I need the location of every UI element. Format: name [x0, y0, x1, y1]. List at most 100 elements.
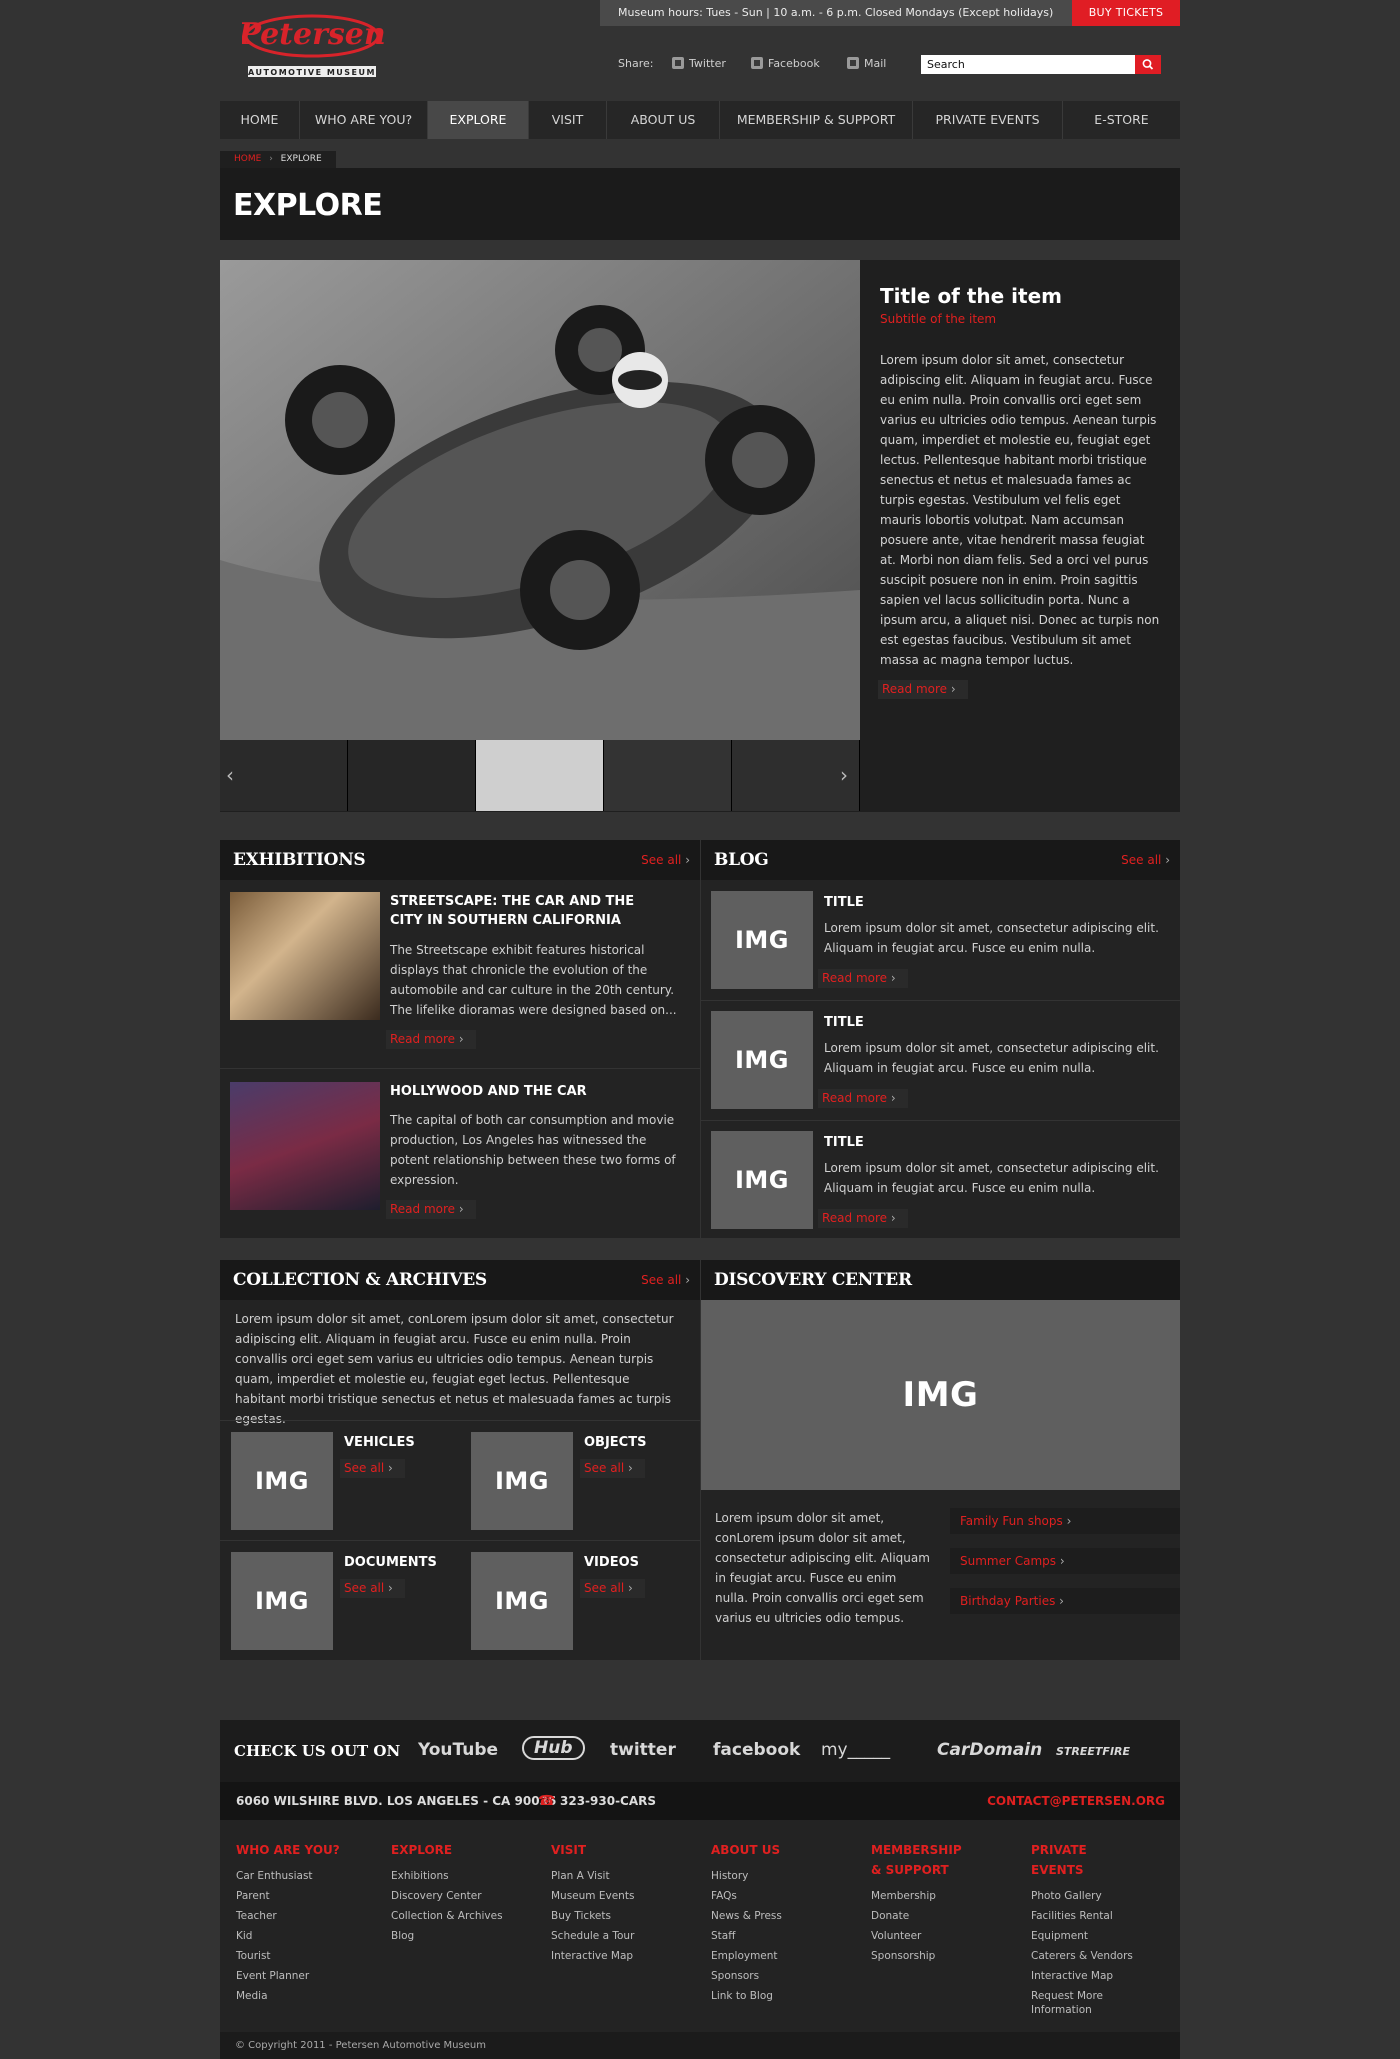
collection-item-title[interactable]: VIDEOS: [584, 1553, 639, 1572]
footer-link[interactable]: Exhibitions: [391, 1866, 503, 1886]
footer-link[interactable]: News & Press: [711, 1906, 782, 1926]
facebook-logo[interactable]: facebook: [713, 1740, 800, 1760]
footer-heading[interactable]: PRIVATE EVENTS: [1031, 1840, 1141, 1880]
footer-link[interactable]: Kid: [236, 1926, 340, 1946]
nav-membership-support[interactable]: MEMBERSHIP & SUPPORT: [720, 101, 913, 139]
exhibition-title[interactable]: HOLLYWOOD AND THE CAR: [390, 1082, 660, 1101]
footer-link[interactable]: Sponsors: [711, 1966, 782, 1986]
footer-link[interactable]: Car Enthusiast: [236, 1866, 340, 1886]
footer-link[interactable]: Equipment: [1031, 1926, 1141, 1946]
footer-link[interactable]: Parent: [236, 1886, 340, 1906]
footer-link[interactable]: Buy Tickets: [551, 1906, 634, 1926]
blog-read-more[interactable]: Read more: [818, 1089, 908, 1108]
footer-link[interactable]: Volunteer: [871, 1926, 961, 1946]
collection-item-see-all[interactable]: See all: [340, 1459, 405, 1478]
thumbs-prev-arrow-icon[interactable]: ‹: [226, 763, 234, 787]
footer-link[interactable]: Employment: [711, 1946, 782, 1966]
footer-link[interactable]: Facilities Rental: [1031, 1906, 1141, 1926]
footer-heading[interactable]: ABOUT US: [711, 1840, 782, 1860]
exhibition-title[interactable]: STREETSCAPE: THE CAR AND THE CITY IN SOU…: [390, 892, 660, 930]
thumbs-next-arrow-icon[interactable]: ›: [840, 763, 848, 787]
cardomain-logo[interactable]: CarDomain: [937, 1740, 1042, 1760]
share-facebook[interactable]: Facebook: [751, 57, 820, 70]
collection-image[interactable]: IMG: [231, 1552, 333, 1650]
footer-link[interactable]: Plan A Visit: [551, 1866, 634, 1886]
nav-visit[interactable]: VISIT: [529, 101, 607, 139]
contact-email[interactable]: CONTACT@PETERSEN.ORG: [987, 1794, 1165, 1808]
nav-about-us[interactable]: ABOUT US: [607, 101, 720, 139]
footer-link[interactable]: Membership: [871, 1886, 961, 1906]
blog-title[interactable]: TITLE: [824, 1133, 864, 1152]
thumbnail[interactable]: [604, 740, 732, 811]
nav-who-are-you[interactable]: WHO ARE YOU?: [300, 101, 428, 139]
footer-link[interactable]: Collection & Archives: [391, 1906, 503, 1926]
exhibitions-see-all[interactable]: See all: [641, 853, 690, 867]
search-button[interactable]: [1135, 55, 1161, 74]
thumbnail[interactable]: [476, 740, 604, 811]
footer-link[interactable]: Link to Blog: [711, 1986, 782, 2006]
search-input[interactable]: [921, 55, 1135, 74]
thumbnail[interactable]: [348, 740, 476, 811]
nav-home[interactable]: HOME: [220, 101, 300, 139]
discovery-image[interactable]: IMG: [701, 1300, 1180, 1490]
blog-image[interactable]: IMG: [711, 891, 813, 989]
exhibition-read-more[interactable]: Read more: [386, 1030, 476, 1049]
blog-title[interactable]: TITLE: [824, 893, 864, 912]
collection-item-title[interactable]: OBJECTS: [584, 1433, 646, 1452]
breadcrumb-home[interactable]: HOME: [234, 154, 261, 164]
discovery-link[interactable]: Birthday Parties: [950, 1588, 1180, 1614]
petersen-logo[interactable]: Petersen AUTOMOTIVE MUSEUM: [237, 8, 386, 82]
buy-tickets-button[interactable]: BUY TICKETS: [1072, 0, 1180, 26]
blog-title[interactable]: TITLE: [824, 1013, 864, 1032]
footer-link[interactable]: Media: [236, 1986, 340, 2006]
collection-item-see-all[interactable]: See all: [340, 1579, 405, 1598]
footer-heading[interactable]: WHO ARE YOU?: [236, 1840, 340, 1860]
footer-link[interactable]: Caterers & Vendors: [1031, 1946, 1141, 1966]
streetscape-image[interactable]: [230, 892, 380, 1020]
hollywood-image[interactable]: [230, 1082, 380, 1210]
blog-see-all[interactable]: See all: [1121, 853, 1170, 867]
footer-link[interactable]: History: [711, 1866, 782, 1886]
footer-heading[interactable]: MEMBERSHIP & SUPPORT: [871, 1840, 962, 1880]
my-logo[interactable]: my_____: [821, 1740, 890, 1760]
feature-read-more[interactable]: Read more: [878, 680, 968, 699]
footer-link[interactable]: Request More Information: [1031, 1989, 1141, 2017]
exhibition-read-more[interactable]: Read more: [386, 1200, 476, 1219]
footer-link[interactable]: Sponsorship: [871, 1946, 961, 1966]
share-mail[interactable]: Mail: [847, 57, 886, 70]
nav-explore[interactable]: EXPLORE: [428, 101, 529, 139]
discovery-link[interactable]: Summer Camps: [950, 1548, 1180, 1574]
footer-link[interactable]: Photo Gallery: [1031, 1886, 1141, 1906]
collection-item-see-all[interactable]: See all: [580, 1579, 645, 1598]
footer-link[interactable]: Blog: [391, 1926, 503, 1946]
nav-private-events[interactable]: PRIVATE EVENTS: [913, 101, 1063, 139]
collection-see-all[interactable]: See all: [641, 1273, 690, 1287]
footer-link[interactable]: Teacher: [236, 1906, 340, 1926]
collection-image[interactable]: IMG: [471, 1552, 573, 1650]
collection-image[interactable]: IMG: [471, 1432, 573, 1530]
footer-link[interactable]: FAQs: [711, 1886, 782, 1906]
footer-link[interactable]: Interactive Map: [1031, 1966, 1141, 1986]
collection-item-see-all[interactable]: See all: [580, 1459, 645, 1478]
blog-image[interactable]: IMG: [711, 1011, 813, 1109]
footer-link[interactable]: Donate: [871, 1906, 961, 1926]
nav-e-store[interactable]: E-STORE: [1063, 101, 1180, 139]
blog-read-more[interactable]: Read more: [818, 1209, 908, 1228]
footer-heading[interactable]: VISIT: [551, 1840, 634, 1860]
thumbnail[interactable]: [220, 740, 348, 811]
footer-link[interactable]: Interactive Map: [551, 1946, 634, 1966]
blog-image[interactable]: IMG: [711, 1131, 813, 1229]
footer-link[interactable]: Museum Events: [551, 1886, 634, 1906]
footer-heading[interactable]: EXPLORE: [391, 1840, 503, 1860]
hub-logo[interactable]: Hub: [522, 1736, 585, 1760]
phone-number[interactable]: 323-930-CARS: [560, 1794, 656, 1808]
collection-item-title[interactable]: DOCUMENTS: [344, 1553, 437, 1572]
footer-link[interactable]: Discovery Center: [391, 1886, 503, 1906]
blog-read-more[interactable]: Read more: [818, 969, 908, 988]
collection-item-title[interactable]: VEHICLES: [344, 1433, 415, 1452]
share-twitter[interactable]: Twitter: [672, 57, 726, 70]
twitter-logo[interactable]: twitter: [610, 1740, 676, 1760]
footer-link[interactable]: Schedule a Tour: [551, 1926, 634, 1946]
collection-image[interactable]: IMG: [231, 1432, 333, 1530]
streetfire-logo[interactable]: STREETFIRE: [1056, 1745, 1130, 1758]
